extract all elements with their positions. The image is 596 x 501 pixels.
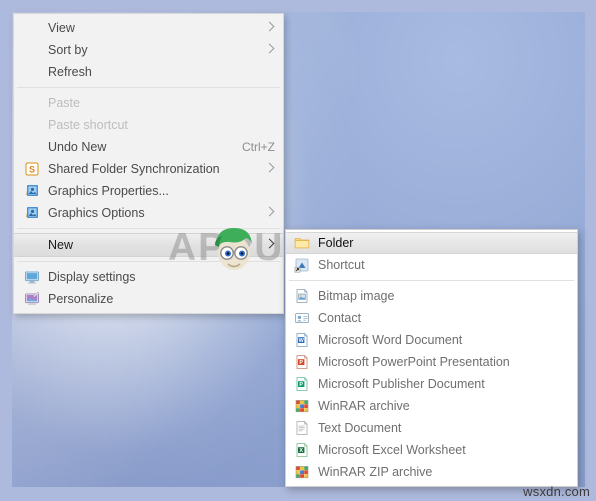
submenu-item-label: Text Document — [318, 421, 402, 435]
chevron-right-icon — [265, 207, 275, 219]
no-icon — [24, 139, 41, 155]
menu-item-display-settings[interactable]: Display settings — [14, 266, 283, 288]
submenu-item-label: Bitmap image — [318, 289, 395, 303]
new-item-submenu[interactable]: Folder Shortcut Bitmap image Contact W Micros… — [285, 229, 578, 487]
submenu-item-label: Microsoft Excel Worksheet — [318, 443, 466, 457]
submenu-item-label: WinRAR ZIP archive — [318, 465, 433, 479]
submenu-item-label: Microsoft PowerPoint Presentation — [318, 355, 510, 369]
submenu-item-winrar-archive[interactable]: WinRAR archive — [286, 395, 577, 417]
screenshot-stage: View Sort by Refresh Paste Paste shortcut Und… — [0, 0, 596, 501]
menu-item-undo-new[interactable]: Undo New Ctrl+Z — [14, 136, 283, 158]
no-icon — [24, 64, 41, 80]
no-icon — [24, 42, 41, 58]
submenu-item-contact[interactable]: Contact — [286, 307, 577, 329]
menu-item-view[interactable]: View — [14, 17, 283, 39]
chevron-right-icon — [265, 44, 275, 56]
winrar-zip-icon — [294, 464, 311, 480]
submenu-item-label: Shortcut — [318, 258, 365, 272]
menu-separator — [17, 261, 280, 262]
menu-item-new[interactable]: New — [14, 233, 283, 257]
submenu-item-microsoft-powerpoint-presentation[interactable]: P Microsoft PowerPoint Presentation — [286, 351, 577, 373]
submenu-item-bitmap-image[interactable]: Bitmap image — [286, 285, 577, 307]
winrar-icon — [294, 398, 311, 414]
menu-item-label: Paste shortcut — [48, 118, 128, 132]
submenu-item-label: Contact — [318, 311, 362, 325]
submenu-item-label: Microsoft Word Document — [318, 333, 463, 347]
chevron-right-icon — [265, 22, 275, 34]
menu-item-label: Display settings — [48, 270, 136, 284]
menu-item-label: Personalize — [48, 292, 114, 306]
menu-separator — [289, 280, 574, 281]
menu-item-paste-shortcut: Paste shortcut — [14, 114, 283, 136]
wsxdn-watermark: wsxdn.com — [523, 484, 590, 499]
submenu-item-shortcut[interactable]: Shortcut — [286, 254, 577, 276]
menu-item-graphics-options[interactable]: Graphics Options — [14, 202, 283, 224]
shared-folder-sync-icon: S — [24, 161, 41, 177]
menu-item-label: View — [48, 21, 75, 35]
menu-item-refresh[interactable]: Refresh — [14, 61, 283, 83]
menu-item-graphics-properties[interactable]: Graphics Properties... — [14, 180, 283, 202]
no-icon — [24, 95, 41, 111]
excel-icon: X — [294, 442, 311, 458]
publisher-icon: P — [294, 376, 311, 392]
contact-icon — [294, 310, 311, 326]
submenu-item-microsoft-excel-worksheet[interactable]: X Microsoft Excel Worksheet — [286, 439, 577, 461]
submenu-item-winrar-zip-archive[interactable]: WinRAR ZIP archive — [286, 461, 577, 483]
personalize-icon — [24, 291, 41, 307]
word-icon: W — [294, 332, 311, 348]
submenu-item-label: Folder — [318, 236, 354, 250]
menu-item-label: Sort by — [48, 43, 88, 57]
submenu-item-microsoft-word-document[interactable]: W Microsoft Word Document — [286, 329, 577, 351]
chevron-right-icon — [265, 239, 275, 251]
svg-text:S: S — [29, 165, 35, 175]
svg-text:P: P — [299, 360, 303, 366]
svg-text:X: X — [299, 448, 303, 454]
menu-item-label: Graphics Properties... — [48, 184, 169, 198]
menu-item-label: Refresh — [48, 65, 92, 79]
submenu-item-label: WinRAR archive — [318, 399, 410, 413]
menu-item-sort-by[interactable]: Sort by — [14, 39, 283, 61]
chevron-right-icon — [265, 163, 275, 175]
menu-item-label: Undo New — [48, 140, 107, 154]
menu-separator — [17, 87, 280, 88]
folder-icon — [294, 235, 311, 251]
submenu-item-folder[interactable]: Folder — [286, 232, 577, 254]
menu-item-label: Paste — [48, 96, 80, 110]
text-icon — [294, 420, 311, 436]
powerpoint-icon: P — [294, 354, 311, 370]
no-icon — [24, 20, 41, 36]
submenu-item-text-document[interactable]: Text Document — [286, 417, 577, 439]
menu-item-label: New — [48, 238, 74, 252]
menu-separator — [17, 228, 280, 229]
menu-item-label: Shared Folder Synchronization — [48, 162, 220, 176]
menu-item-shared-folder-synchronization[interactable]: S Shared Folder Synchronization — [14, 158, 283, 180]
shortcut-icon — [294, 257, 311, 273]
display-settings-icon — [24, 269, 41, 285]
bitmap-icon — [294, 288, 311, 304]
no-icon — [24, 117, 41, 133]
menu-item-personalize[interactable]: Personalize — [14, 288, 283, 310]
graphics-options-icon — [24, 205, 41, 221]
desktop-context-menu[interactable]: View Sort by Refresh Paste Paste shortcut Und… — [13, 13, 284, 314]
menu-item-label: Graphics Options — [48, 206, 145, 220]
submenu-item-microsoft-publisher-document[interactable]: P Microsoft Publisher Document — [286, 373, 577, 395]
submenu-item-label: Microsoft Publisher Document — [318, 377, 485, 391]
svg-text:P: P — [299, 382, 303, 388]
menu-item-paste: Paste — [14, 92, 283, 114]
no-icon — [24, 237, 41, 253]
menu-accelerator: Ctrl+Z — [242, 140, 275, 154]
graphics-properties-icon — [24, 183, 41, 199]
